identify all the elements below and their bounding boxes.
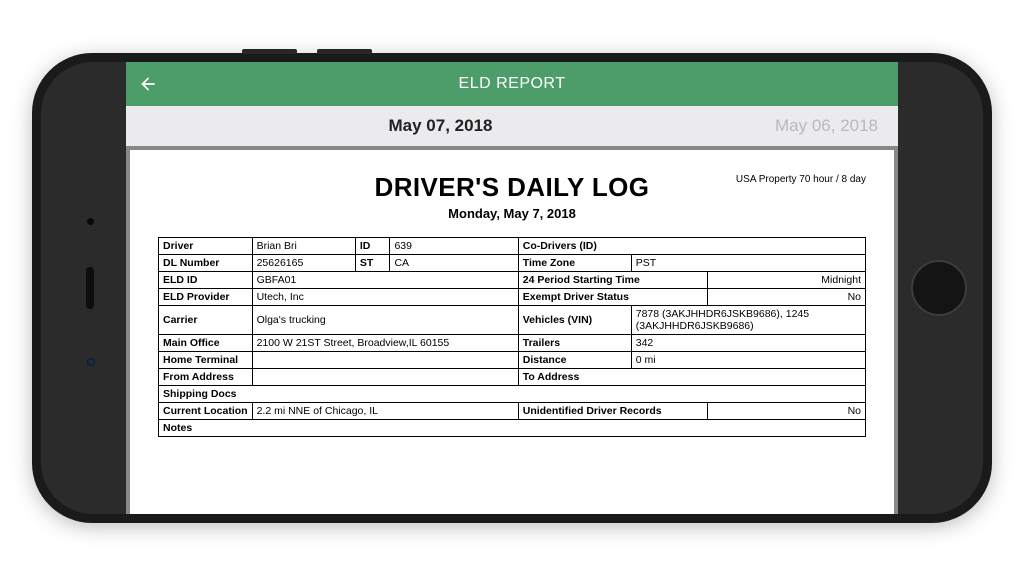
- ruleset-label: USA Property 70 hour / 8 day: [736, 174, 866, 185]
- table-row: Notes: [159, 420, 866, 437]
- report-table: Driver Brian Bri ID 639 Co-Drivers (ID) …: [158, 237, 866, 437]
- val-distance: 0 mi: [631, 352, 865, 369]
- table-row: ELD ID GBFA01 24 Period Starting Time Mi…: [159, 272, 866, 289]
- phone-body: ELD REPORT May 07, 2018 May 06, 2018 USA…: [41, 62, 983, 514]
- label-distance: Distance: [518, 352, 631, 369]
- val-currentloc: 2.2 mi NNE of Chicago, IL: [252, 403, 518, 420]
- val-eldprovider: Utech, Inc: [252, 289, 518, 306]
- val-exempt: No: [708, 289, 866, 306]
- proximity-sensor: [87, 218, 94, 225]
- label-driver: Driver: [159, 238, 253, 255]
- label-eldid: ELD ID: [159, 272, 253, 289]
- back-button[interactable]: [126, 62, 170, 106]
- report-page: USA Property 70 hour / 8 day DRIVER'S DA…: [130, 150, 894, 437]
- label-fromaddress: From Address: [159, 369, 253, 386]
- label-notes: Notes: [159, 420, 866, 437]
- val-eldid: GBFA01: [252, 272, 518, 289]
- speaker-grill: [86, 267, 94, 309]
- label-mainoffice: Main Office: [159, 335, 253, 352]
- label-shippingdocs: Shipping Docs: [159, 386, 866, 403]
- label-st: ST: [355, 255, 390, 272]
- table-row: Home Terminal Distance 0 mi: [159, 352, 866, 369]
- table-row: Carrier Olga's trucking Vehicles (VIN) 7…: [159, 306, 866, 335]
- label-id: ID: [355, 238, 390, 255]
- val-periodstart: Midnight: [708, 272, 866, 289]
- val-id: 639: [390, 238, 518, 255]
- home-button[interactable]: [911, 260, 967, 316]
- app-header: ELD REPORT: [126, 62, 898, 106]
- phone-frame: ELD REPORT May 07, 2018 May 06, 2018 USA…: [32, 53, 992, 523]
- val-mainoffice: 2100 W 21ST Street, Broadview,IL 60155: [252, 335, 518, 352]
- label-periodstart: 24 Period Starting Time: [518, 272, 707, 289]
- val-timezone: PST: [631, 255, 865, 272]
- phone-side-button: [242, 49, 297, 54]
- val-hometerminal: [252, 352, 518, 369]
- table-row: DL Number 25626165 ST CA Time Zone PST: [159, 255, 866, 272]
- val-fromaddress: [252, 369, 518, 386]
- label-unidentified: Unidentified Driver Records: [518, 403, 707, 420]
- val-st: CA: [390, 255, 518, 272]
- app-screen: ELD REPORT May 07, 2018 May 06, 2018 USA…: [126, 62, 898, 514]
- val-trailers: 342: [631, 335, 865, 352]
- tab-date-next[interactable]: May 06, 2018: [755, 116, 898, 136]
- label-toaddress: To Address: [518, 369, 865, 386]
- tab-date-active[interactable]: May 07, 2018: [369, 116, 513, 136]
- label-carrier: Carrier: [159, 306, 253, 335]
- date-tabs: May 07, 2018 May 06, 2018: [126, 106, 898, 150]
- table-row: From Address To Address: [159, 369, 866, 386]
- table-row: ELD Provider Utech, Inc Exempt Driver St…: [159, 289, 866, 306]
- label-vehicles: Vehicles (VIN): [518, 306, 631, 335]
- val-dlnumber: 25626165: [252, 255, 355, 272]
- phone-side-button: [317, 49, 372, 54]
- label-currentloc: Current Location: [159, 403, 253, 420]
- label-timezone: Time Zone: [518, 255, 631, 272]
- table-row: Driver Brian Bri ID 639 Co-Drivers (ID): [159, 238, 866, 255]
- header-title: ELD REPORT: [126, 75, 898, 93]
- table-row: Shipping Docs: [159, 386, 866, 403]
- table-row: Main Office 2100 W 21ST Street, Broadvie…: [159, 335, 866, 352]
- label-eldprovider: ELD Provider: [159, 289, 253, 306]
- label-dlnumber: DL Number: [159, 255, 253, 272]
- report-container[interactable]: USA Property 70 hour / 8 day DRIVER'S DA…: [126, 150, 898, 514]
- label-codrivers: Co-Drivers (ID): [518, 238, 865, 255]
- label-hometerminal: Home Terminal: [159, 352, 253, 369]
- report-date: Monday, May 7, 2018: [158, 206, 866, 221]
- val-unidentified: No: [708, 403, 866, 420]
- val-carrier: Olga's trucking: [252, 306, 518, 335]
- val-vehicles: 7878 (3AKJHHDR6JSKB9686), 1245 (3AKJHHDR…: [631, 306, 865, 335]
- table-row: Current Location 2.2 mi NNE of Chicago, …: [159, 403, 866, 420]
- val-driver: Brian Bri: [252, 238, 355, 255]
- front-camera: [87, 358, 95, 366]
- label-trailers: Trailers: [518, 335, 631, 352]
- label-exempt: Exempt Driver Status: [518, 289, 707, 306]
- arrow-left-icon: [138, 74, 158, 94]
